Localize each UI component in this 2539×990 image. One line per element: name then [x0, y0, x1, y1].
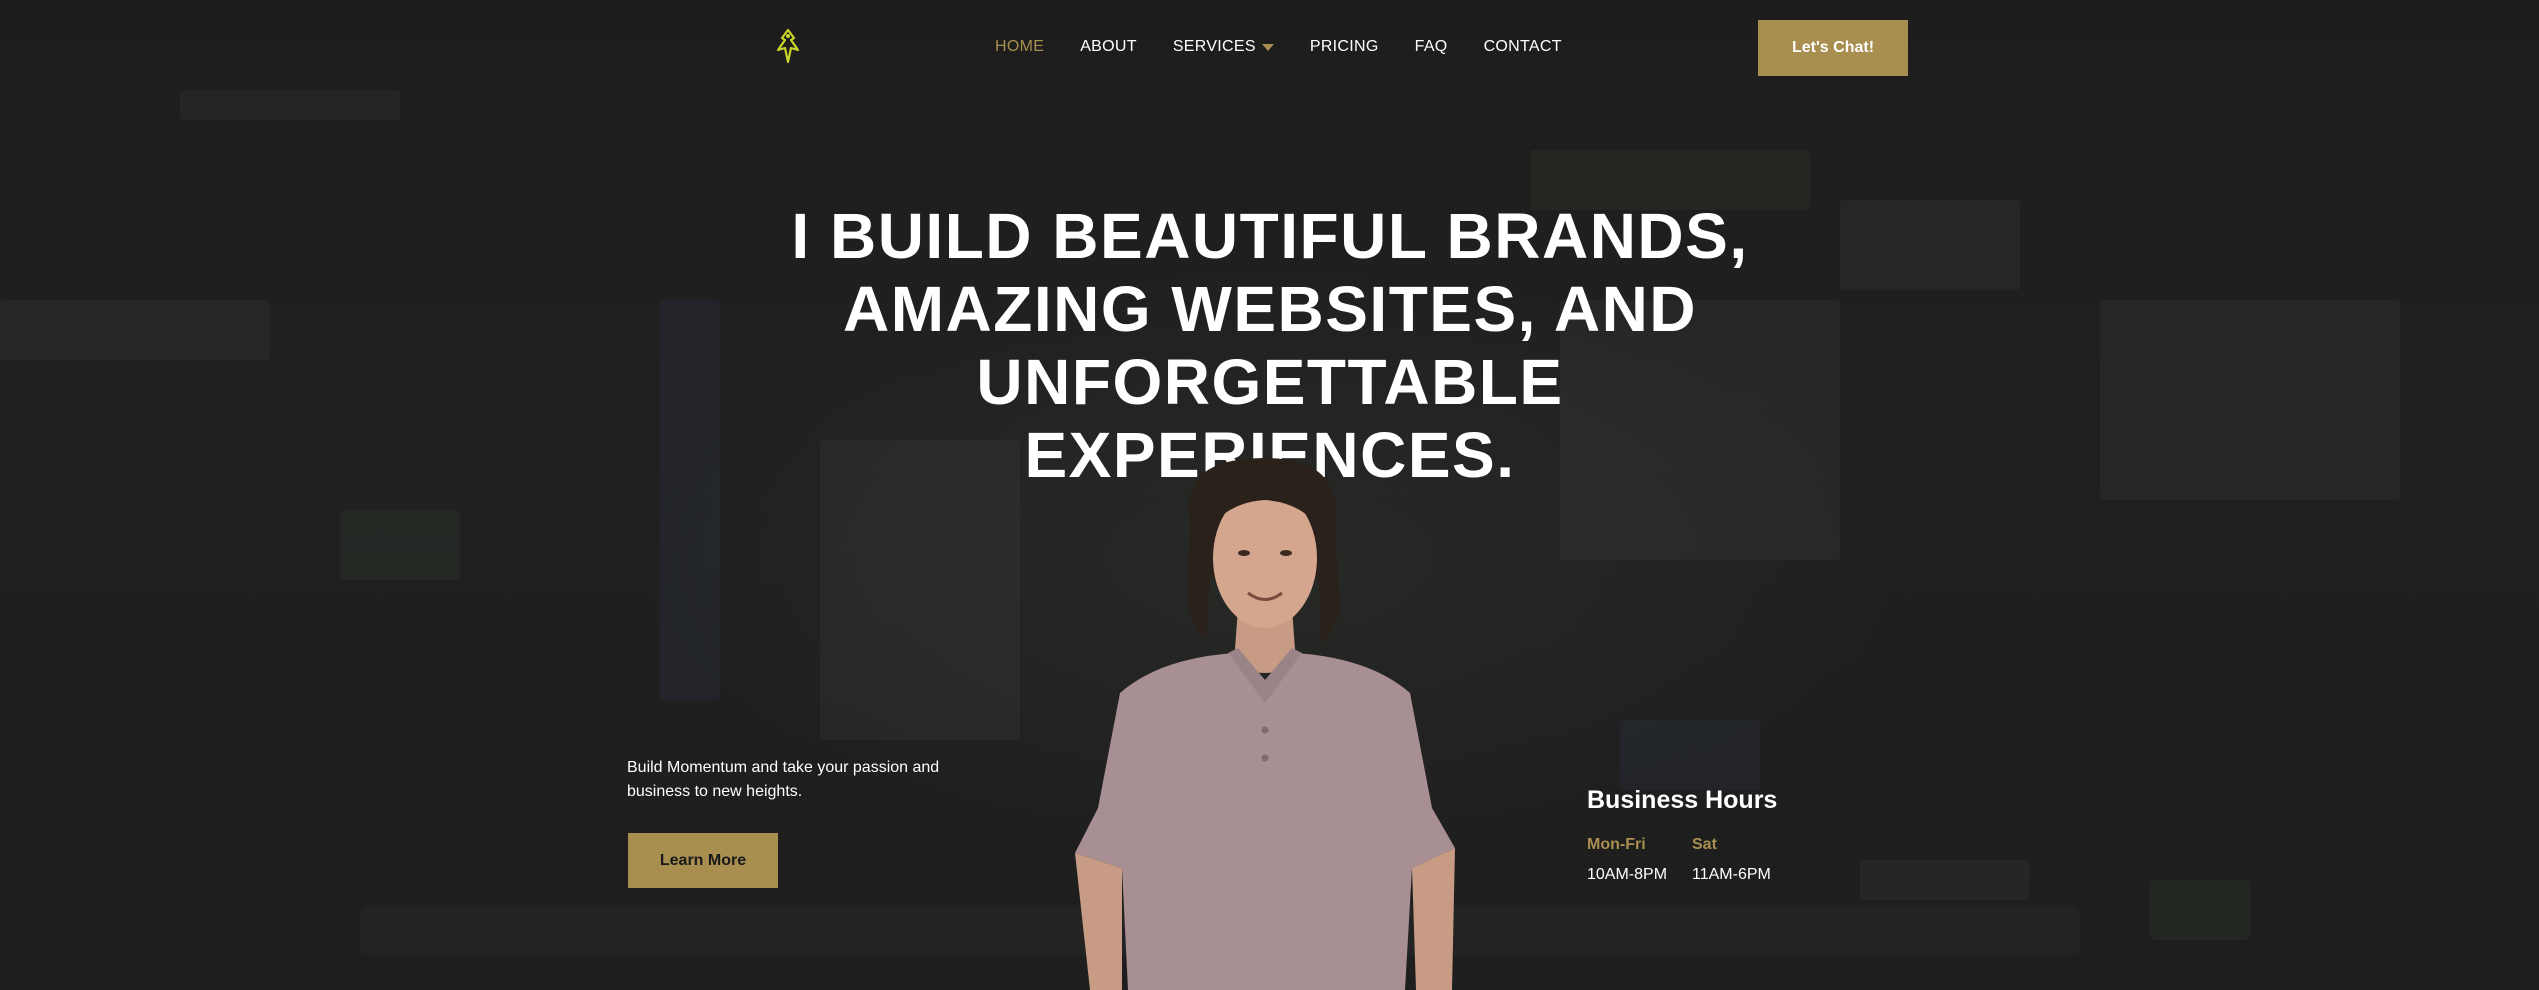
nav-home[interactable]: HOME [995, 38, 1044, 56]
nav-pricing-label: PRICING [1309, 38, 1379, 55]
eagle-logo-icon[interactable] [774, 28, 802, 64]
nav-pricing[interactable]: PRICING [1310, 38, 1379, 56]
nav-about[interactable]: ABOUT [1080, 38, 1137, 56]
hours-day-label: Mon-Fri [1587, 836, 1646, 853]
headline-line-3: UNFORGETTABLE [976, 346, 1564, 418]
hours-time-value: 11AM-6PM [1692, 866, 1771, 883]
top-navbar: HOME ABOUT SERVICES PRICING FAQ CONTACT … [0, 0, 2539, 94]
lets-chat-button[interactable]: Let's Chat! [1758, 20, 1908, 76]
hours-day-label: Sat [1692, 836, 1717, 853]
nav-faq-label: FAQ [1414, 38, 1448, 55]
hero-tagline: Build Momentum and take your passion and… [627, 759, 940, 800]
nav-faq[interactable]: FAQ [1415, 38, 1448, 56]
hours-saturday: Sat 11AM-6PM [1692, 836, 1771, 884]
headline-line-1: I BUILD BEAUTIFUL BRANDS, [791, 200, 1749, 272]
hero-headline: I BUILD BEAUTIFUL BRANDS, AMAZING WEBSIT… [700, 200, 1840, 492]
nav-contact[interactable]: CONTACT [1484, 38, 1562, 56]
nav-home-label: HOME [995, 38, 1045, 55]
portrait-photo [1075, 458, 1455, 990]
nav-services-label: SERVICES [1172, 38, 1256, 55]
nav-contact-label: CONTACT [1483, 38, 1562, 55]
learn-more-button[interactable]: Learn More [628, 833, 778, 888]
nav-about-label: ABOUT [1080, 38, 1137, 55]
headline-line-2: AMAZING WEBSITES, AND [843, 273, 1697, 345]
main-nav: HOME ABOUT SERVICES PRICING FAQ CONTACT [995, 36, 1598, 58]
hours-weekday: Mon-Fri 10AM-8PM [1587, 836, 1667, 884]
hours-time-value: 10AM-8PM [1587, 866, 1668, 883]
chevron-down-icon [1261, 43, 1274, 51]
nav-services[interactable]: SERVICES [1173, 38, 1274, 56]
business-hours-title: Business Hours [1587, 786, 1778, 814]
